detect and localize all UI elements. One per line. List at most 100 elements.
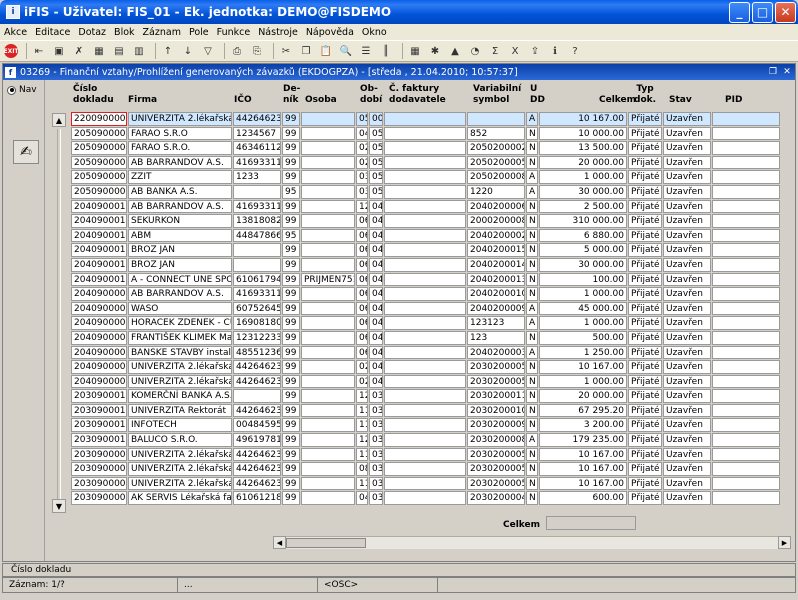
cell-celkem[interactable]: 3 200.00 <box>539 418 627 433</box>
cell-faktura[interactable] <box>384 301 466 316</box>
sort-asc-icon[interactable]: ↑ <box>160 43 176 59</box>
cell-udd[interactable]: A <box>526 316 538 330</box>
cell-stav[interactable]: Uzavřen <box>663 345 711 360</box>
cell-udd[interactable]: N <box>526 257 538 272</box>
list-icon[interactable]: ☰ <box>358 43 374 59</box>
cell-typ-dok[interactable]: Přijaté za <box>628 287 662 301</box>
cell-celkem[interactable]: 10 167.00 <box>539 447 627 462</box>
cell-obdobi-1[interactable]: 12 <box>356 199 368 214</box>
cell-pid[interactable] <box>712 491 780 506</box>
cell-pid[interactable] <box>712 418 780 433</box>
cell-stav[interactable]: Uzavřen <box>663 272 711 287</box>
cell-faktura[interactable] <box>384 374 466 389</box>
cell-obdobi-1[interactable]: 11 <box>356 476 368 491</box>
cell-celkem[interactable]: 1 000.00 <box>539 316 627 330</box>
cell-variabilni-symbol[interactable]: 2050200008 <box>467 170 525 184</box>
menu-napoveda[interactable]: Nápověda <box>306 27 354 38</box>
cell-udd[interactable]: N <box>526 330 538 345</box>
cell-udd[interactable]: N <box>526 374 538 389</box>
cell-obdobi-1[interactable]: 06 <box>356 316 368 330</box>
cell-cislo-dokladu[interactable]: 2050900003 <box>71 155 127 170</box>
cell-firma[interactable]: AB BARRANDOV A.S. <box>128 155 232 170</box>
cell-obdobi-1[interactable]: 11 <box>356 403 368 418</box>
cell-faktura[interactable] <box>384 257 466 272</box>
cell-typ-dok[interactable]: Přijaté za <box>628 345 662 360</box>
print-icon[interactable]: ⎙ <box>229 43 245 59</box>
cell-firma[interactable]: BANSKE STAVBY instala <box>128 345 232 360</box>
close-button[interactable]: ✕ <box>775 1 796 23</box>
cell-ico[interactable]: 41693311 <box>233 155 281 170</box>
cell-typ-dok[interactable]: Přijaté za <box>628 243 662 257</box>
cell-denik[interactable]: 99 <box>282 403 300 418</box>
cell-denik[interactable]: 99 <box>282 126 300 141</box>
cell-obdobi-1[interactable]: 02 <box>356 360 368 374</box>
cell-pid[interactable] <box>712 287 780 301</box>
cell-cislo-dokladu[interactable]: 2040900003 <box>71 345 127 360</box>
cell-denik[interactable]: 99 <box>282 360 300 374</box>
cell-obdobi-2[interactable]: 00 <box>369 112 383 126</box>
cell-variabilni-symbol[interactable]: 852 <box>467 126 525 141</box>
cell-cislo-dokladu[interactable]: 2050900001 <box>71 184 127 199</box>
print-preview-icon[interactable]: ⎘ <box>249 43 265 59</box>
cell-obdobi-2[interactable]: 04 <box>369 257 383 272</box>
cell-ico[interactable]: 44264623 <box>233 462 281 476</box>
table-row[interactable]: 2030900012 UNIVERZITA Rektorát 44264623 99 1… <box>71 403 794 419</box>
table-row[interactable]: 2040900003 BANSKE STAVBY instala 48551236 9… <box>71 345 794 361</box>
cell-udd[interactable]: N <box>526 360 538 374</box>
cell-osoba[interactable] <box>301 257 355 272</box>
table-row[interactable]: 2040900011 A - CONNECT UNE SPOL. 61061794 9… <box>71 272 794 288</box>
cell-udd[interactable]: N <box>526 272 538 287</box>
cell-firma[interactable]: UNIVERZITA 2.lékařská fa <box>128 462 232 476</box>
cell-pid[interactable] <box>712 184 780 199</box>
cell-faktura[interactable] <box>384 389 466 403</box>
insert-icon[interactable]: ▤ <box>111 43 127 59</box>
cell-celkem[interactable]: 6 880.00 <box>539 228 627 243</box>
cell-faktura[interactable] <box>384 126 466 141</box>
cell-obdobi-2[interactable]: 05 <box>369 184 383 199</box>
cell-typ-dok[interactable]: Přijaté za <box>628 476 662 491</box>
table-row[interactable]: 2030900007UNIVERZITA 2.lékařská fa442646… <box>71 476 794 492</box>
cell-udd[interactable]: A <box>526 112 538 126</box>
horizontal-scrollbar[interactable]: ◀ ▶ <box>273 536 791 549</box>
cell-denik[interactable]: 99 <box>282 199 300 214</box>
cell-obdobi-2[interactable]: 03 <box>369 433 383 447</box>
menu-akce[interactable]: Akce <box>4 27 27 38</box>
cell-variabilni-symbol[interactable]: 1220 <box>467 184 525 199</box>
cell-variabilni-symbol[interactable]: 123123 <box>467 316 525 330</box>
cell-firma[interactable]: UNIVERZITA 2.lékařská fa <box>128 476 232 491</box>
cell-variabilni-symbol[interactable]: 2040200013 <box>467 272 525 287</box>
cell-stav[interactable]: Uzavřen <box>663 301 711 316</box>
table-row[interactable]: 2030900013KOMERČNÍ BANKA A.S. F 99 1203 203… <box>71 389 794 404</box>
cell-denik[interactable]: 99 <box>282 170 300 184</box>
menu-zaznam[interactable]: Záznam <box>143 27 181 38</box>
cell-stav[interactable]: Uzavřen <box>663 433 711 447</box>
cell-obdobi-2[interactable]: 04 <box>369 360 383 374</box>
table-row[interactable]: 2030900011INFOTECH0048459599 1103 20302000… <box>71 418 794 433</box>
cell-denik[interactable]: 99 <box>282 374 300 389</box>
cell-celkem[interactable]: 20 000.00 <box>539 389 627 403</box>
cell-cislo-dokladu[interactable]: 2030900012 <box>71 403 127 418</box>
cell-stav[interactable]: Uzavřen <box>663 476 711 491</box>
cell-firma[interactable]: AB BARRANDOV A.S. <box>128 287 232 301</box>
cell-faktura[interactable] <box>384 141 466 155</box>
cell-variabilni-symbol[interactable]: 2030200004 <box>467 491 525 506</box>
cell-udd[interactable]: N <box>526 491 538 506</box>
cell-pid[interactable] <box>712 243 780 257</box>
cell-celkem[interactable]: 10 167.00 <box>539 476 627 491</box>
cell-celkem[interactable]: 20 000.00 <box>539 155 627 170</box>
scroll-up-icon[interactable]: ▲ <box>52 113 66 127</box>
cell-variabilni-symbol[interactable]: 2030200005 <box>467 374 525 389</box>
cell-obdobi-1[interactable]: 08 <box>356 462 368 476</box>
table-row[interactable]: 2040900016AB BARRANDOV A.S.4169331199 120… <box>71 199 794 215</box>
filter-icon[interactable]: ▽ <box>200 43 216 59</box>
cell-celkem[interactable]: 10 167.00 <box>539 112 627 126</box>
cell-cislo-dokladu[interactable]: 2040900002 <box>71 360 127 374</box>
cell-pid[interactable] <box>712 199 780 214</box>
cell-variabilni-symbol[interactable]: 2040200015 <box>467 243 525 257</box>
cell-celkem[interactable]: 100.00 <box>539 272 627 287</box>
cell-osoba[interactable] <box>301 447 355 462</box>
cell-cislo-dokladu[interactable]: 2030900013 <box>71 389 127 403</box>
cell-celkem[interactable]: 1 000.00 <box>539 170 627 184</box>
cell-ico[interactable]: 44264623 <box>233 112 281 126</box>
cell-obdobi-2[interactable]: 03 <box>369 447 383 462</box>
